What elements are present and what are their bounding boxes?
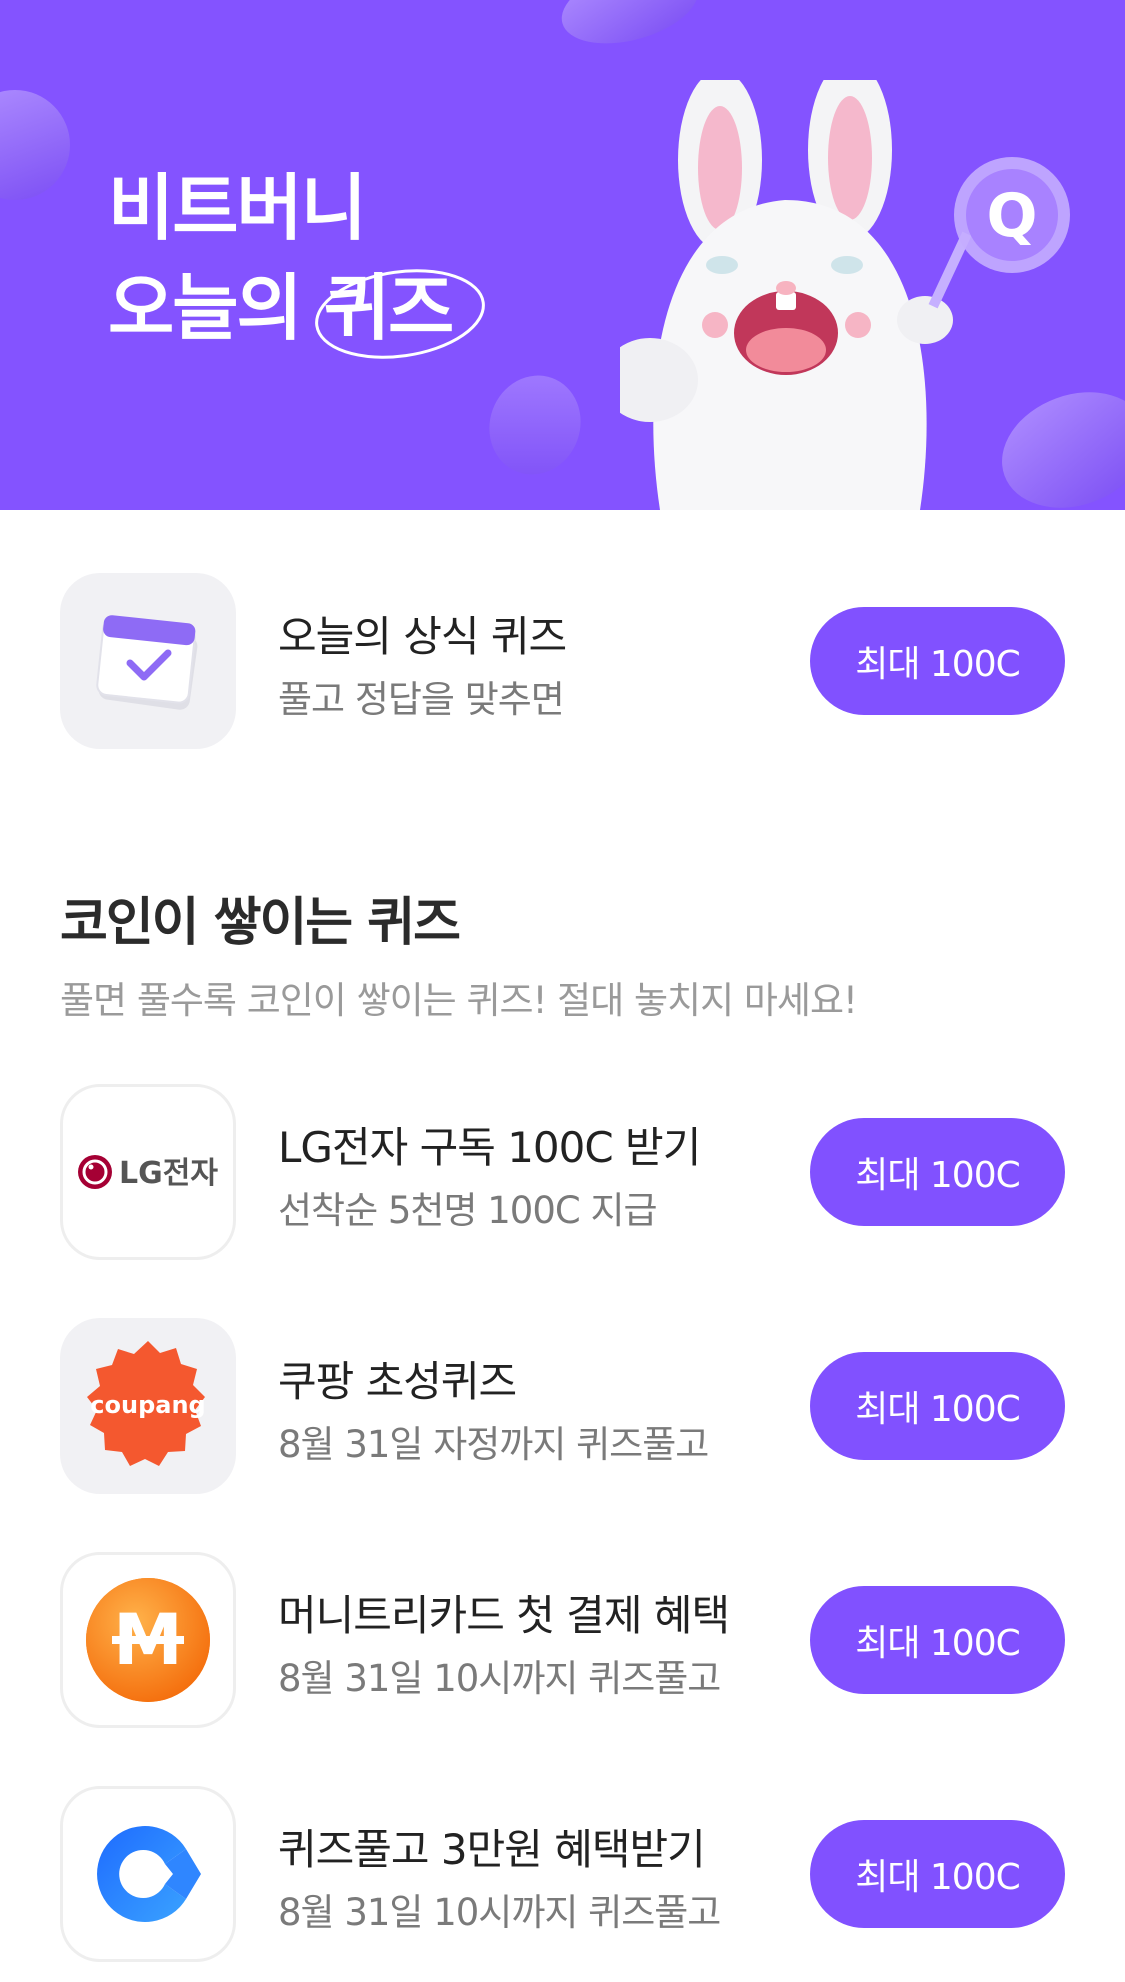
quiz-row-coupang[interactable]: coupang 쿠팡 초성퀴즈 8월 31일 자정까지 퀴즈풀고 최대 100C [0,1318,1125,1498]
quiz-title: LG전자 구독 100C 받기 [278,1123,701,1172]
quiz-title: 쿠팡 초성퀴즈 [278,1357,517,1406]
svg-text:coupang: coupang [90,1391,205,1419]
coin-decoration [553,0,707,57]
reward-button[interactable]: 최대 100C [810,1352,1065,1460]
quiz-row-moneytree[interactable]: M 머니트리카드 첫 결제 혜택 8월 31일 10시까지 퀴즈풀고 최대 10… [0,1552,1125,1732]
quiz-subtitle: 8월 31일 자정까지 퀴즈풀고 [278,1423,709,1466]
quiz-title: 오늘의 상식 퀴즈 [278,612,567,661]
banner-title-line1: 비트버니 [108,166,367,250]
c-logo [60,1786,236,1962]
quiz-subtitle: 풀고 정답을 맞추면 [278,678,565,721]
quiz-subtitle: 8월 31일 10시까지 퀴즈풀고 [278,1891,721,1934]
reward-button[interactable]: 최대 100C [810,607,1065,715]
quiz-title: 퀴즈풀고 3만원 혜택받기 [278,1825,706,1874]
today-quiz-row[interactable]: 오늘의 상식 퀴즈 풀고 정답을 맞추면 최대 100C [0,573,1125,753]
quiz-row-c[interactable]: 퀴즈풀고 3만원 혜택받기 8월 31일 10시까지 퀴즈풀고 최대 100C [0,1786,1125,1966]
quiz-title: 머니트리카드 첫 결제 혜택 [278,1591,730,1640]
bunny-mascot-illustration: Q [620,80,1070,510]
svg-text:LG전자: LG전자 [119,1156,218,1191]
circled-word: 퀴즈 [314,258,485,359]
quiz-subtitle: 8월 31일 10시까지 퀴즈풀고 [278,1657,721,1700]
coupang-logo: coupang [60,1318,236,1494]
section-subtitle: 풀면 풀수록 코인이 쌓이는 퀴즈! 절대 놓치지 마세요! [60,979,858,1022]
section-title: 코인이 쌓이는 퀴즈 [60,893,461,953]
lg-electronics-logo: LG전자 [60,1084,236,1260]
hero-banner: 비트버니 오늘의 퀴즈 Q [0,0,1125,510]
reward-button[interactable]: 최대 100C [810,1820,1065,1928]
reward-button[interactable]: 최대 100C [810,1586,1065,1694]
calendar-check-icon [60,573,236,749]
coin-decoration [0,90,70,200]
banner-title: 비트버니 오늘의 퀴즈 [108,158,485,359]
q-sign: Q [986,181,1037,251]
quiz-row-lg[interactable]: LG전자 LG전자 구독 100C 받기 선착순 5천명 100C 지급 최대 … [0,1084,1125,1264]
banner-title-line2: 오늘의 [108,266,324,350]
moneytree-logo: M [60,1552,236,1728]
quiz-subtitle: 선착순 5천명 100C 지급 [278,1189,658,1232]
reward-button[interactable]: 최대 100C [810,1118,1065,1226]
coin-decoration [475,362,595,488]
